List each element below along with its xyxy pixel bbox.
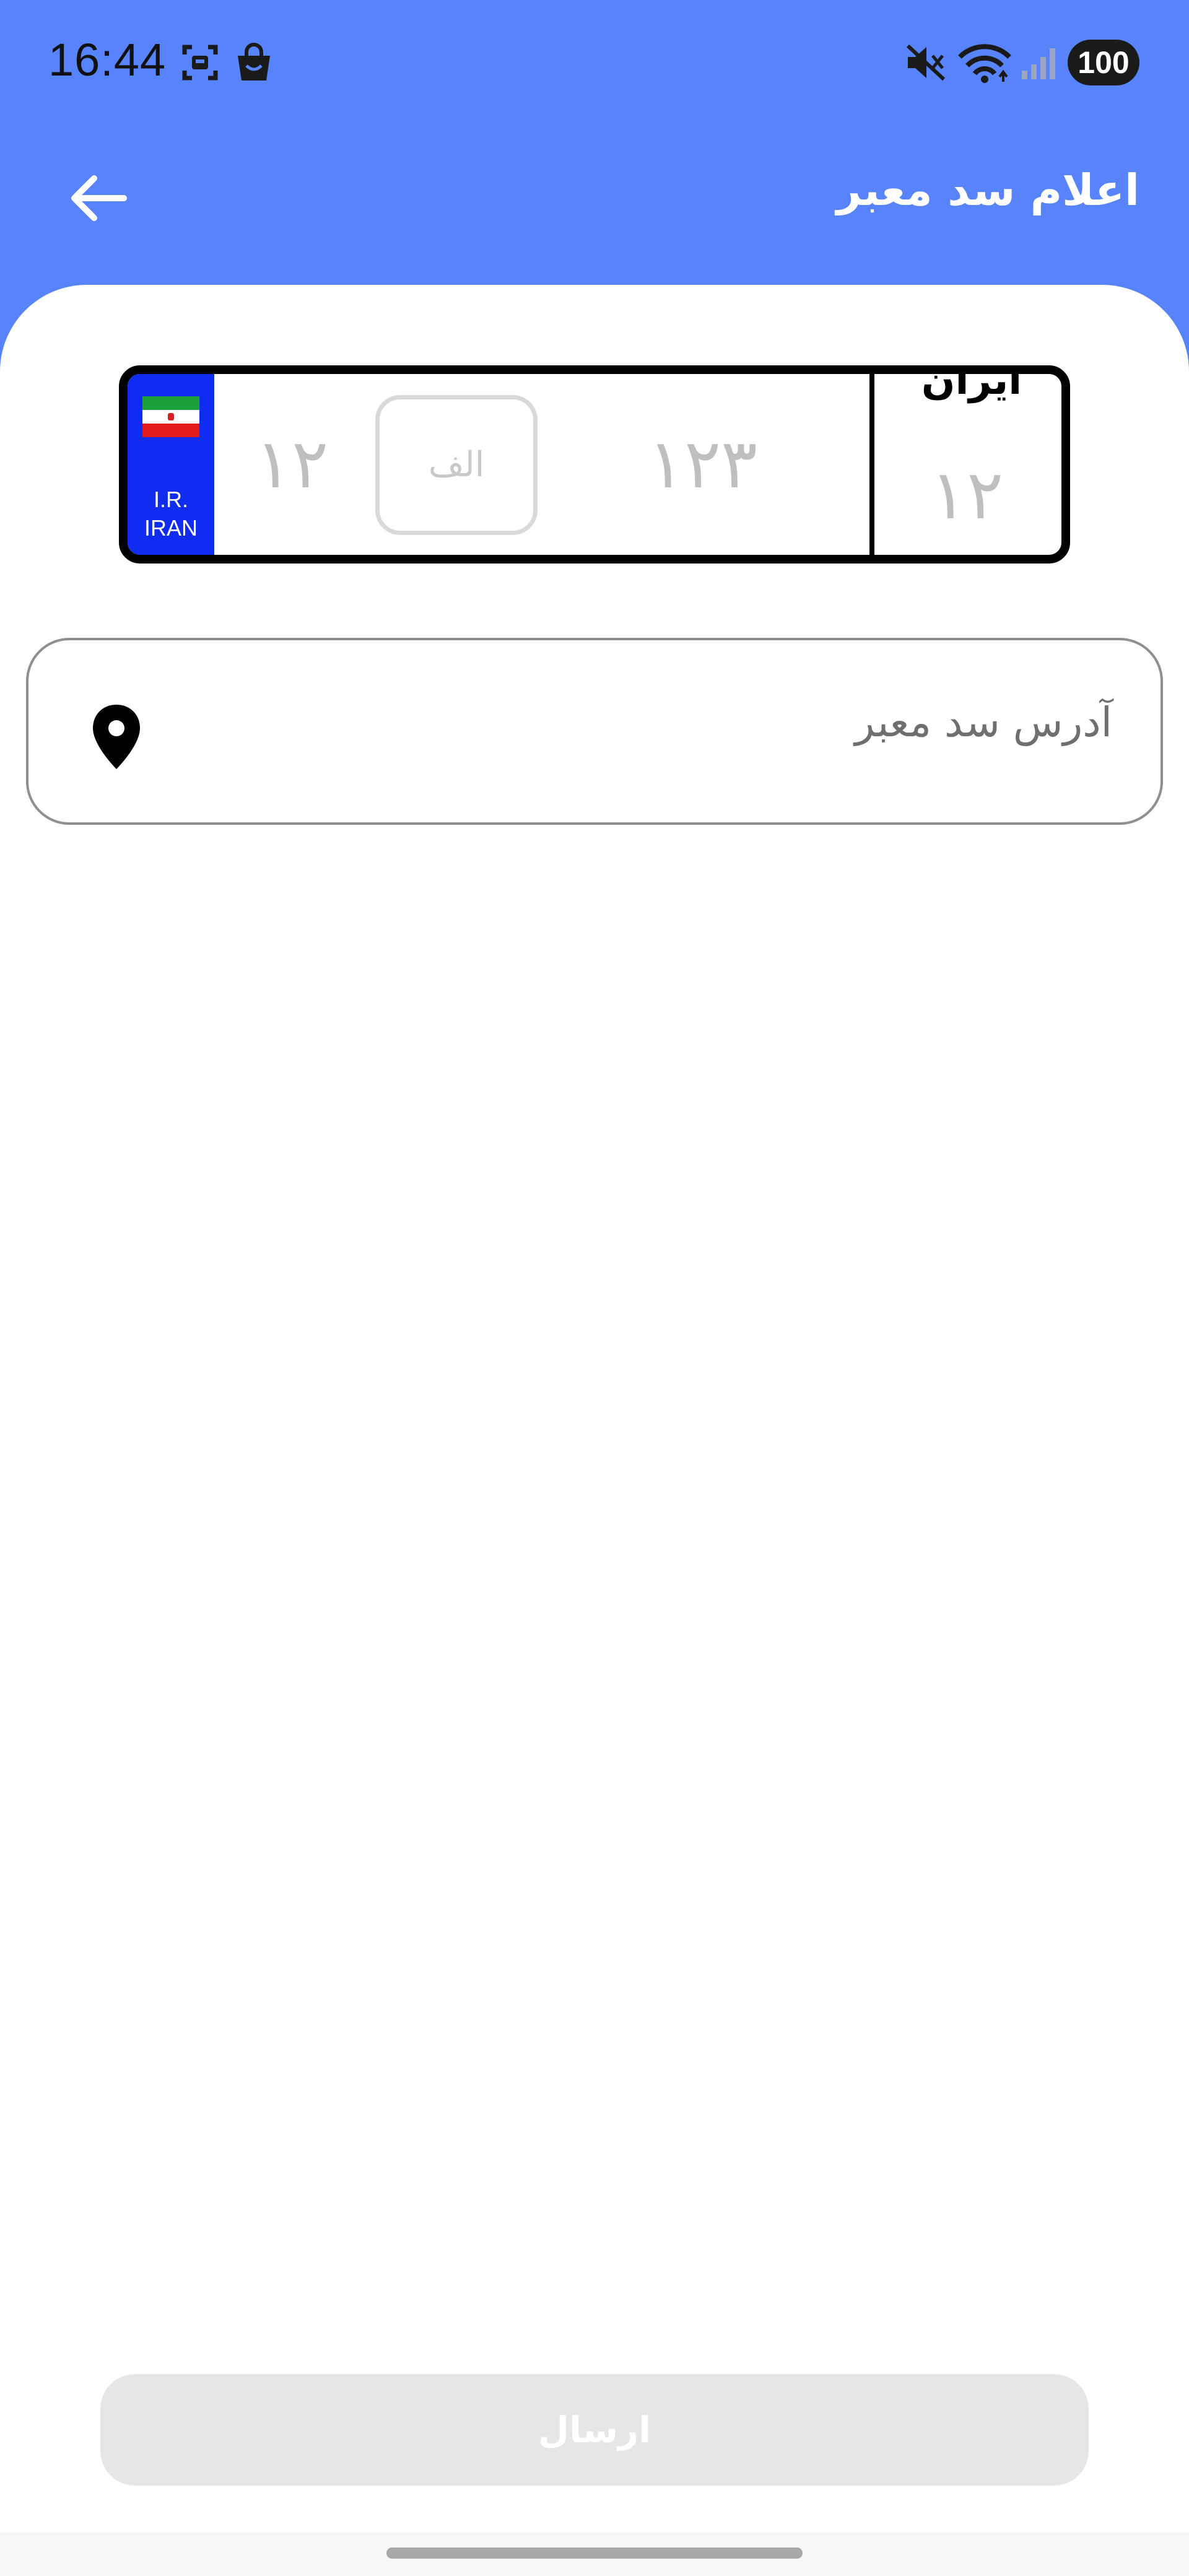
screen: 16:44 100 اعلام سد معبر I.R. IRAN ۱۲ الف… xyxy=(0,0,1189,2576)
signal-icon xyxy=(1022,48,1055,79)
address-field[interactable]: آدرس سد معبر xyxy=(26,638,1163,825)
plate-country-code-line1: I.R. xyxy=(153,487,188,512)
content-card: I.R. IRAN ۱۲ الف ۱۲۳ ایران ۱۲ آدرس سد مع… xyxy=(0,285,1189,2576)
location-pin-icon[interactable] xyxy=(90,702,142,772)
status-time: 16:44 xyxy=(48,34,167,85)
shopping-bag-icon xyxy=(238,43,270,80)
plate-country-code-line2: IRAN xyxy=(144,515,198,541)
back-button[interactable] xyxy=(62,161,136,235)
wifi-icon xyxy=(958,44,1011,83)
license-plate[interactable]: I.R. IRAN ۱۲ الف ۱۲۳ ایران ۱۲ xyxy=(119,365,1070,564)
plate-middle-number-input[interactable]: ۱۲۳ xyxy=(648,430,757,498)
iran-flag-icon xyxy=(142,396,199,437)
status-bar: 16:44 100 xyxy=(0,0,1189,124)
plate-divider xyxy=(869,374,874,555)
plate-country-label: ایران xyxy=(921,365,1022,404)
plate-left-number-input[interactable]: ۱۲ xyxy=(255,430,328,498)
app-bar: اعلام سد معبر xyxy=(0,124,1189,285)
plate-letter-select[interactable]: الف xyxy=(375,395,538,535)
mute-icon xyxy=(906,44,946,81)
home-indicator[interactable] xyxy=(386,2548,803,2559)
screenshot-icon xyxy=(182,45,218,80)
plate-region-number-input[interactable]: ۱۲ xyxy=(930,461,1003,529)
plate-country-strip: I.R. IRAN xyxy=(128,374,214,555)
submit-button[interactable]: ارسال xyxy=(100,2374,1089,2486)
page-title: اعلام سد معبر xyxy=(836,165,1139,215)
address-placeholder: آدرس سد معبر xyxy=(855,698,1112,746)
arrow-left-icon xyxy=(71,175,127,221)
navigation-bar xyxy=(0,2533,1189,2576)
plate-country-code: I.R. IRAN xyxy=(128,485,214,542)
battery-indicator: 100 xyxy=(1068,40,1139,85)
